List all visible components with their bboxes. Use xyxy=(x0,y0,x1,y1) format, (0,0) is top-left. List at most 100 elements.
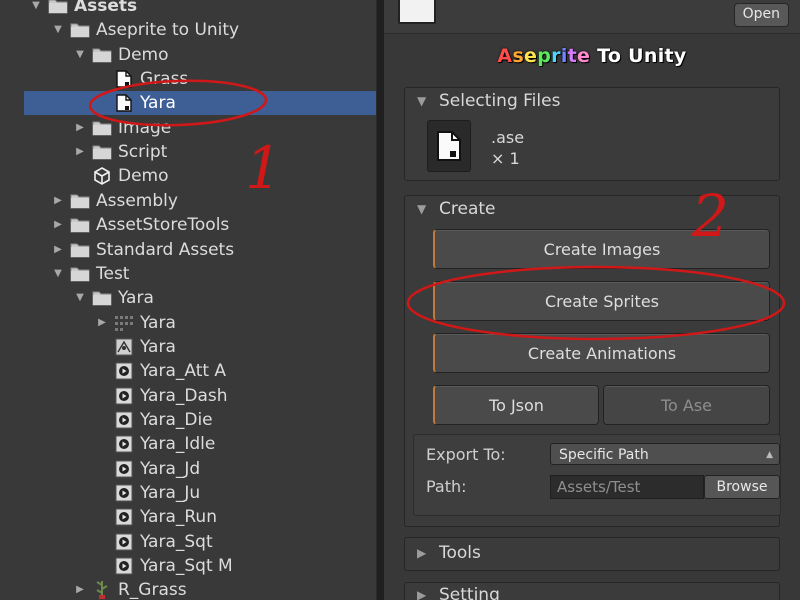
tree-item-label: Image xyxy=(118,117,172,138)
tree-item-content: ▶Grass xyxy=(96,67,188,91)
file-count: × 1 xyxy=(491,149,520,168)
create-sprites-button[interactable]: Create Sprites xyxy=(433,281,770,321)
open-button[interactable]: Open xyxy=(733,3,789,27)
tree-item[interactable]: ▶ R_Grass xyxy=(0,578,376,600)
create-header[interactable]: ▼ Create xyxy=(405,196,496,222)
tree-item-content: ▶ Script xyxy=(74,140,167,164)
foldout-right-icon[interactable]: ▶ xyxy=(52,195,64,207)
tree-item-content: ▼ Assets xyxy=(30,0,137,18)
tree-folder[interactable]: ▶ Script xyxy=(0,140,376,164)
tree-item-label: Yara xyxy=(118,288,154,309)
create-animations-button[interactable]: Create Animations xyxy=(433,333,770,373)
foldout-right-icon[interactable]: ▶ xyxy=(52,219,64,231)
tree-folder[interactable]: ▶ AssetStoreTools xyxy=(0,213,376,237)
to-ase-button[interactable]: To Ase xyxy=(603,385,770,425)
foldout-down-icon[interactable]: ▼ xyxy=(52,268,64,280)
tree-item-content: ▶Yara_Die xyxy=(96,408,213,432)
tree-item[interactable]: ▶Yara xyxy=(0,335,376,359)
tree-folder[interactable]: ▼ Assets xyxy=(0,0,376,18)
tree-folder[interactable]: ▼ Test xyxy=(0,262,376,286)
export-to-value: Specific Path xyxy=(559,447,649,463)
tree-item[interactable]: ▶Yara_Dash xyxy=(0,384,376,408)
foldout-down-icon[interactable]: ▼ xyxy=(74,292,86,304)
tree-item-label: Demo xyxy=(118,44,169,65)
tree-item-label: Standard Assets xyxy=(96,239,235,260)
export-to-dropdown[interactable]: Specific Path ▲ xyxy=(550,443,780,465)
tree-item-content: ▶Yara_Sqt xyxy=(96,530,213,554)
tree-folder[interactable]: ▶ Standard Assets xyxy=(0,238,376,262)
foldout-down-icon: ▼ xyxy=(417,94,427,108)
tree-item-content: ▶ Image xyxy=(74,116,171,140)
folder-icon xyxy=(92,46,112,64)
to-json-button[interactable]: To Json xyxy=(433,385,599,425)
tree-folder[interactable]: ▶ Image xyxy=(0,116,376,140)
tools-header[interactable]: ▶ Tools xyxy=(405,538,481,568)
tree-item[interactable]: ▶Yara_Run xyxy=(0,505,376,529)
foldout-right-icon[interactable]: ▶ xyxy=(74,584,86,596)
animation-clip-icon xyxy=(114,460,134,478)
foldout-down-icon: ▼ xyxy=(417,202,427,216)
file-icon xyxy=(114,70,134,88)
foldout-down-icon[interactable]: ▼ xyxy=(30,0,42,12)
animation-clip-icon xyxy=(114,362,134,380)
animation-clip-icon xyxy=(114,533,134,551)
tree-item[interactable]: ▶Yara_Die xyxy=(0,408,376,432)
tree-item-content: ▼ Aseprite to Unity xyxy=(52,18,239,42)
foldout-right-icon[interactable]: ▶ xyxy=(96,317,108,329)
tree-item[interactable]: ▶Yara_Att A xyxy=(0,359,376,383)
tree-item-label: Demo xyxy=(118,166,169,187)
sprite-sheet-icon xyxy=(114,314,134,332)
tree-item[interactable]: ▶Yara_Ju xyxy=(0,481,376,505)
foldout-right-icon: ▶ xyxy=(417,588,427,600)
tree-folder[interactable]: ▼ Yara xyxy=(0,286,376,310)
tree-item-content: ▶ Yara xyxy=(96,311,176,335)
selecting-files-header[interactable]: ▼ Selecting Files xyxy=(405,88,560,114)
tree-item[interactable]: ▶Yara_Sqt xyxy=(0,530,376,554)
folder-icon xyxy=(70,216,90,234)
asset-thumbnail xyxy=(398,0,436,24)
folder-icon xyxy=(48,0,68,15)
tree-item[interactable]: ▶Yara_Idle xyxy=(0,432,376,456)
path-input[interactable]: Assets/Test xyxy=(550,475,704,499)
tree-item-label: Yara xyxy=(140,93,176,114)
animation-clip-icon xyxy=(114,411,134,429)
plugin-title-letter: i xyxy=(560,45,568,67)
file-icon xyxy=(427,120,471,172)
plugin-title-letter: e xyxy=(524,45,538,67)
tree-item[interactable]: ▶Grass xyxy=(0,67,376,91)
foldout-down-icon[interactable]: ▼ xyxy=(52,24,64,36)
tree-item[interactable]: ▶Yara xyxy=(24,91,376,116)
browse-button[interactable]: Browse xyxy=(704,475,780,499)
selecting-files-title: Selecting Files xyxy=(439,91,561,111)
tree-item-label: AssetStoreTools xyxy=(96,215,230,236)
tree-item-content: ▼ Yara xyxy=(74,286,154,310)
create-images-button[interactable]: Create Images xyxy=(433,229,770,269)
tree-folder[interactable]: ▼ Aseprite to Unity xyxy=(0,18,376,42)
tree-item-label: Script xyxy=(118,142,168,163)
tools-section: ▶ Tools xyxy=(404,537,780,571)
tree-item-content: ▶ Assembly xyxy=(52,189,178,213)
folder-icon xyxy=(92,143,112,161)
tree-item[interactable]: ▶Yara_Sqt M xyxy=(0,554,376,578)
foldout-down-icon[interactable]: ▼ xyxy=(74,49,86,61)
foldout-right-icon[interactable]: ▶ xyxy=(74,146,86,158)
foldout-right-icon[interactable]: ▶ xyxy=(74,122,86,134)
tree-item-content: ▶Yara_Run xyxy=(96,505,217,529)
tree-item-content: ▶ Standard Assets xyxy=(52,238,234,262)
file-icon xyxy=(114,94,134,113)
tree-item[interactable]: ▶Yara_Jd xyxy=(0,457,376,481)
setting-header[interactable]: ▶ Setting xyxy=(405,581,500,600)
tree-item[interactable]: ▶Yara xyxy=(0,311,376,335)
tree-item-label: Yara_Idle xyxy=(140,434,216,455)
setting-section: ▶ Setting xyxy=(404,582,780,600)
foldout-right-icon[interactable]: ▶ xyxy=(52,244,64,256)
tree-folder[interactable]: ▶ Assembly xyxy=(0,189,376,213)
folder-icon xyxy=(92,119,112,137)
create-title: Create xyxy=(439,199,496,219)
tree-folder[interactable]: ▼ Demo xyxy=(0,43,376,67)
unity-scene-icon xyxy=(92,167,112,186)
tree-item-label: Yara_Att A xyxy=(140,361,227,382)
tree-item-content: ▶Demo xyxy=(74,164,169,188)
tree-item[interactable]: ▶Demo xyxy=(0,164,376,188)
plugin-title-rest: To Unity xyxy=(590,45,687,67)
